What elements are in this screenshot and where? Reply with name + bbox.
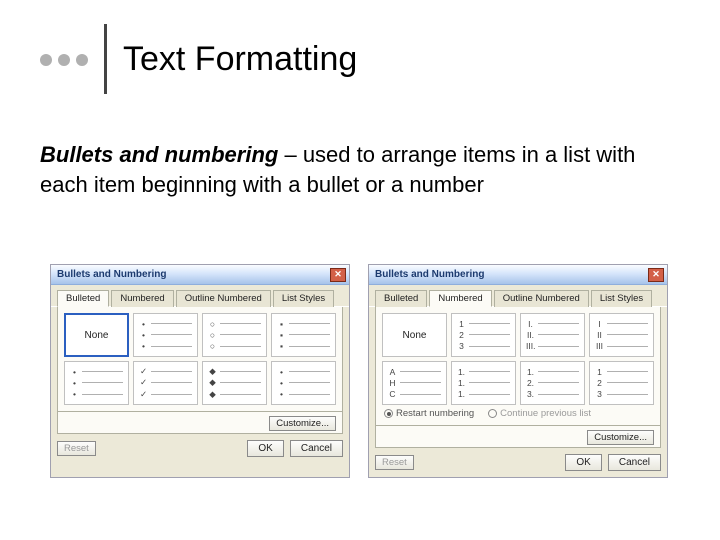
cancel-button[interactable]: Cancel [608,454,661,471]
close-icon[interactable]: ✕ [330,268,346,282]
dialog-numbered: Bullets and Numbering ✕ Bulleted Numbere… [368,264,668,478]
bullet-option[interactable]: ••• [133,313,198,357]
reset-button[interactable]: Reset [375,455,414,470]
tab-list-styles[interactable]: List Styles [591,290,652,307]
slide-body: Bullets and numbering – used to arrange … [40,140,670,199]
tab-bulleted[interactable]: Bulleted [57,290,109,307]
number-option[interactable]: 1.2.3. [520,361,585,405]
close-icon[interactable]: ✕ [648,268,664,282]
tab-numbered[interactable]: Numbered [111,290,173,307]
bullet-option[interactable]: ••• [64,361,129,405]
customize-button[interactable]: Customize... [587,430,654,445]
bullet-option[interactable]: ◆◆◆ [202,361,267,405]
bullet-option[interactable]: ✓✓✓ [133,361,198,405]
option-none[interactable]: None [382,313,447,357]
titlebar[interactable]: Bullets and Numbering ✕ [51,265,349,285]
slide-title: Text Formatting [123,40,357,79]
slide-lead: Bullets and numbering [40,142,278,167]
dialog-bulleted: Bullets and Numbering ✕ Bulleted Numbere… [50,264,350,478]
number-option[interactable]: 1.1.1. [451,361,516,405]
tab-numbered[interactable]: Numbered [429,290,491,307]
number-option[interactable]: AHC [382,361,447,405]
number-option[interactable]: 123 [451,313,516,357]
radio-restart[interactable]: Restart numbering [384,408,474,419]
decorative-dots [40,54,88,66]
cancel-button[interactable]: Cancel [290,440,343,457]
dialog-title: Bullets and Numbering [57,269,166,280]
bullet-option[interactable]: ••• [271,361,336,405]
bullet-option[interactable]: ▪▪▪ [271,313,336,357]
radio-continue[interactable]: Continue previous list [488,408,591,419]
customize-button[interactable]: Customize... [269,416,336,431]
title-divider [104,24,107,94]
number-option[interactable]: 123 [589,361,654,405]
titlebar[interactable]: Bullets and Numbering ✕ [369,265,667,285]
reset-button[interactable]: Reset [57,441,96,456]
bullet-option[interactable]: ○○○ [202,313,267,357]
tab-outline[interactable]: Outline Numbered [176,290,271,307]
tab-bulleted[interactable]: Bulleted [375,290,427,307]
ok-button[interactable]: OK [247,440,283,457]
tab-outline[interactable]: Outline Numbered [494,290,589,307]
tab-list-styles[interactable]: List Styles [273,290,334,307]
ok-button[interactable]: OK [565,454,601,471]
dialog-title: Bullets and Numbering [375,269,484,280]
number-option[interactable]: I.II.III. [520,313,585,357]
number-option[interactable]: IIIIII [589,313,654,357]
option-none[interactable]: None [64,313,129,357]
